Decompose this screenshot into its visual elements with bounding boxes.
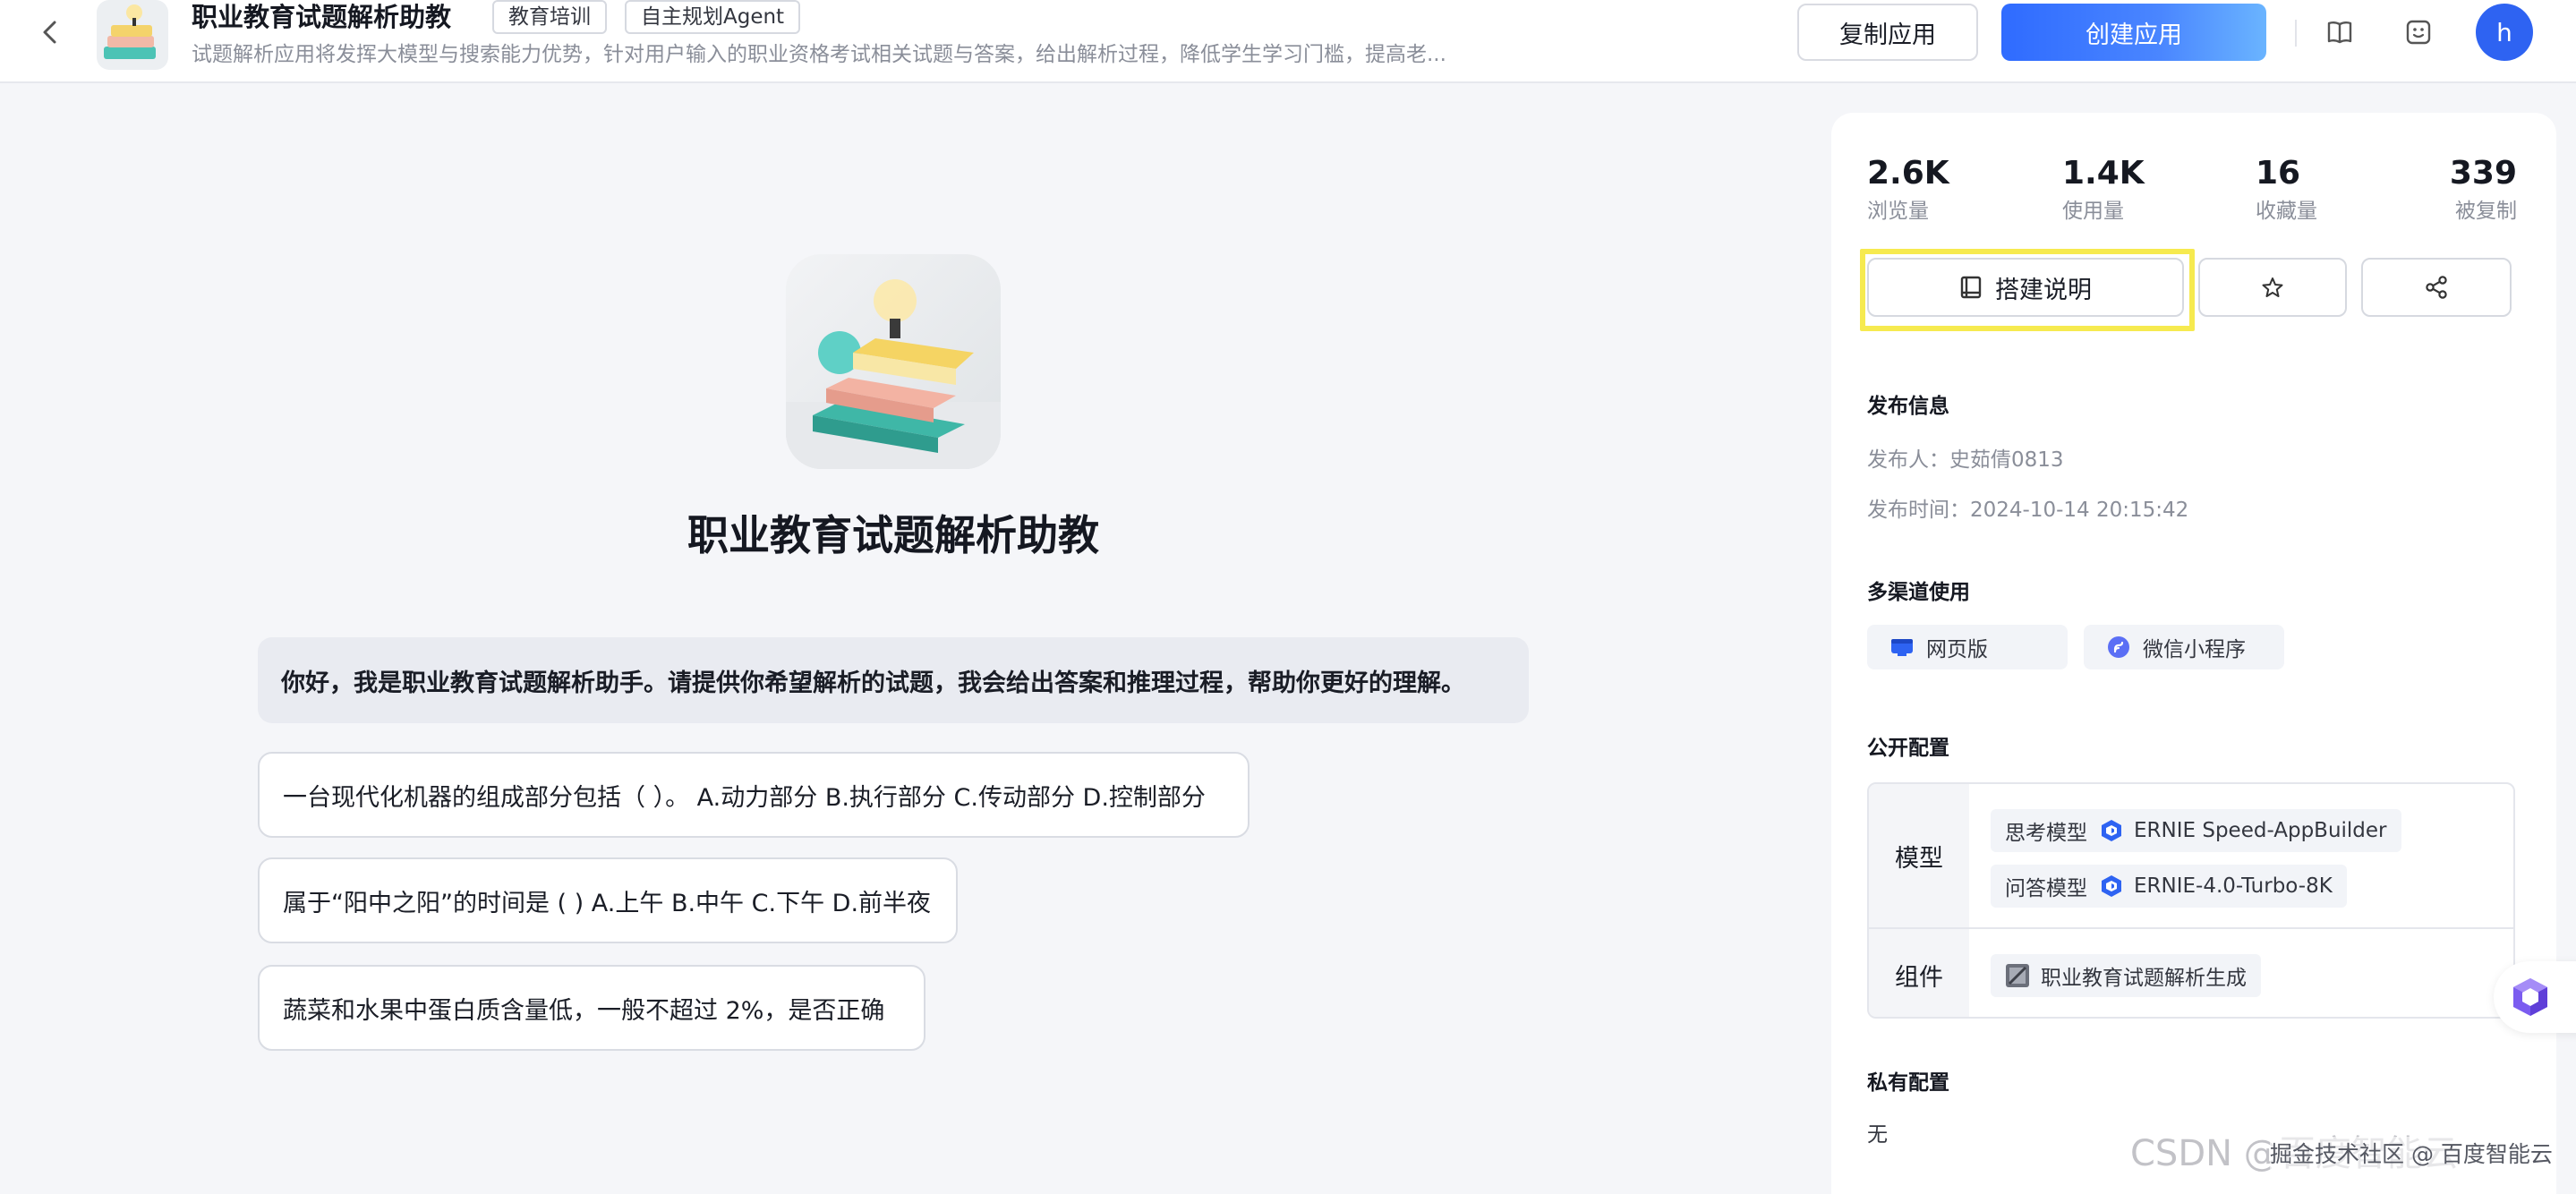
highlight-box <box>1860 249 2195 331</box>
welcome-message: 你好，我是职业教育试题解析助手。请提供你希望解析的试题，我会给出答案和推理过程，… <box>258 637 1529 723</box>
suggested-question[interactable]: 属于“阳中之阳”的时间是 ( ) A.上午 B.中午 C.下午 D.前半夜 <box>258 857 958 943</box>
copy-app-button[interactable]: 复制应用 <box>1797 4 1978 61</box>
channel-label: 微信小程序 <box>2143 638 2246 661</box>
component-chip: 职业教育试题解析生成 <box>1991 954 2261 997</box>
header-divider <box>2295 20 2297 47</box>
ernie-model-icon <box>2102 875 2121 897</box>
category-tag: 教育培训 <box>492 0 607 34</box>
stat-label: 被复制 <box>2455 200 2517 223</box>
miniprogram-icon <box>2108 636 2129 658</box>
star-icon <box>2262 277 2283 297</box>
think-model-label: 思考模型 <box>2005 822 2087 845</box>
stat-label: 收藏量 <box>2256 200 2317 223</box>
app-hero-image <box>786 254 1001 469</box>
ernie-model-icon <box>2102 820 2121 841</box>
share-button[interactable] <box>2361 258 2512 317</box>
answer-model-name: ERNIE-4.0-Turbo-8K <box>2134 874 2333 898</box>
channel-wechat-miniprogram[interactable]: 微信小程序 <box>2084 625 2284 669</box>
component-header: 组件 <box>1869 929 1969 1017</box>
watermark-subtext: 掘金技术社区 @ 百度智能云 <box>2270 1137 2553 1169</box>
back-icon[interactable] <box>32 14 68 50</box>
channels-title: 多渠道使用 <box>1867 581 1970 604</box>
stat-value: 2.6K <box>1867 155 1949 192</box>
share-icon <box>2426 276 2447 299</box>
component-icon <box>2006 964 2029 987</box>
stat-views: 2.6K 浏览量 <box>1867 152 1949 227</box>
think-model-chip: 思考模型 ERNIE Speed-AppBuilder <box>1991 809 2401 852</box>
suggested-question[interactable]: 一台现代化机器的组成部分包括（ ）。 A.动力部分 B.执行部分 C.传动部分 … <box>258 752 1250 838</box>
channel-label: 网页版 <box>1926 638 1988 661</box>
publish-info-title: 发布信息 <box>1867 395 1949 418</box>
assistant-cube-icon <box>2513 978 2547 1016</box>
top-header: 职业教育试题解析助教 教育培训 自主规划Agent 试题解析应用将发挥大模型与搜… <box>0 0 2576 83</box>
private-config-title: 私有配置 <box>1867 1071 1949 1095</box>
publish-time: 发布时间：2024-10-14 20:15:42 <box>1867 499 2189 522</box>
private-config-value: 无 <box>1867 1123 1888 1147</box>
docs-book-icon[interactable] <box>2322 14 2358 50</box>
answer-model-label: 问答模型 <box>2005 877 2087 900</box>
agent-type-tag: 自主规划Agent <box>625 0 801 34</box>
publisher: 发布人：史茹倩0813 <box>1867 448 2064 472</box>
stat-label: 浏览量 <box>1867 200 1929 223</box>
model-header: 模型 <box>1869 784 1969 927</box>
stat-value: 1.4K <box>2062 155 2145 192</box>
assistant-float-button[interactable] <box>2494 961 2576 1033</box>
page-title: 职业教育试题解析助教 <box>687 511 1099 559</box>
app-description: 试题解析应用将发挥大模型与搜索能力优势，针对用户输入的职业资格考试相关试题与答案… <box>192 43 1446 66</box>
stat-value: 339 <box>2449 155 2517 192</box>
stat-value: 16 <box>2256 155 2301 192</box>
stat-favorites: 16 收藏量 <box>2256 152 2317 227</box>
component-name: 职业教育试题解析生成 <box>2041 967 2247 990</box>
app-logo <box>97 0 168 70</box>
config-table: 模型 组件 思考模型 ERNIE Speed-AppBuilder 问答模型 E… <box>1867 782 2515 1019</box>
answer-model-chip: 问答模型 ERNIE-4.0-Turbo-8K <box>1991 865 2347 908</box>
public-config-title: 公开配置 <box>1867 737 1949 760</box>
stat-label: 使用量 <box>2062 200 2124 223</box>
suggested-question[interactable]: 蔬菜和水果中蛋白质含量低，一般不超过 2%，是否正确 <box>258 965 925 1051</box>
favorite-button[interactable] <box>2198 258 2347 317</box>
app-title: 职业教育试题解析助教 <box>192 2 452 32</box>
stat-uses: 1.4K 使用量 <box>2062 152 2145 227</box>
web-icon <box>1891 639 1913 656</box>
feedback-icon[interactable] <box>2401 14 2436 50</box>
user-avatar[interactable]: h <box>2476 4 2533 61</box>
think-model-name: ERNIE Speed-AppBuilder <box>2134 819 2387 842</box>
stat-copies: 339 被复制 <box>2450 152 2517 227</box>
channel-web[interactable]: 网页版 <box>1867 625 2068 669</box>
app-info-panel: 2.6K 浏览量 1.4K 使用量 16 收藏量 339 被复制 搭建说明 发布… <box>1831 113 2556 1194</box>
create-app-button[interactable]: 创建应用 <box>2001 4 2266 61</box>
